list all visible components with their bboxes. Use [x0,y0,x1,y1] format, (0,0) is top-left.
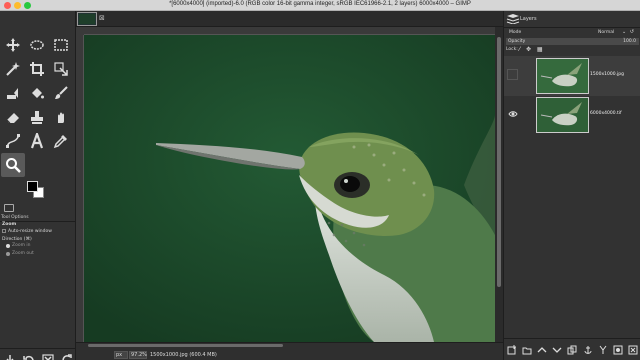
layers-toolbar [504,338,640,360]
layer-name[interactable]: 6000x4000.tif [590,111,622,116]
window-title: *[6000x4000] (imported)-6.0 (RGB color 1… [169,1,471,7]
tool-grid [1,33,75,177]
opacity-value: 100.0 [623,39,636,44]
save-options-icon[interactable] [4,354,16,360]
image-canvas[interactable] [84,35,495,342]
reset-options-icon[interactable] [61,354,73,360]
zoom-icon[interactable] [1,153,25,177]
zoom-in-radio[interactable] [6,244,10,248]
zoom-in-label: Zoom in [12,243,31,248]
layers-tab-icon[interactable] [506,13,520,24]
ruler-corner[interactable] [76,27,84,35]
paint-bucket-icon[interactable] [25,81,49,105]
tool-options-title: Zoom [2,222,17,227]
vertical-ruler[interactable] [76,35,84,342]
layers-tab-label: Layers [520,16,537,22]
horizontal-scroll-thumb[interactable] [88,344,283,347]
clone-icon[interactable] [25,105,49,129]
lock-alpha-icon[interactable]: ▦ [537,46,545,53]
paintbrush-icon[interactable] [49,81,73,105]
color-swatches[interactable] [27,181,47,201]
direction-label: Direction (⌘) [2,237,32,242]
crop-icon[interactable] [25,57,49,81]
layer-row[interactable]: 1500x1000.jpg [504,56,640,96]
fuzzy-select-icon[interactable] [1,57,25,81]
layer-thumbnail [536,97,589,133]
zoom-select[interactable]: 97.2% [129,351,147,359]
layers-dock: Layers Mode Normal ⌄ ↺ ⌄ Opacity 100.0 L… [503,11,640,360]
new-group-icon[interactable] [522,345,532,355]
delete-layer-icon[interactable] [628,345,638,355]
tool-options-tab-label: Tool Options [1,215,29,220]
restore-options-icon[interactable] [22,354,35,360]
title-bar: *[6000x4000] (imported)-6.0 (RGB color 1… [0,0,640,11]
ellipse-select-icon[interactable] [25,33,49,57]
opacity-label: Opacity [508,39,526,44]
text-icon[interactable] [25,129,49,153]
toolbox: Tool Options Zoom Auto-resize window Dir… [0,11,76,360]
auto-resize-label: Auto-resize window [8,229,52,234]
lower-layer-icon[interactable] [552,345,562,355]
layer-visibility-toggle[interactable] [507,69,518,80]
warp-icon[interactable] [1,81,25,105]
eye-icon[interactable] [508,109,518,119]
lock-icons[interactable]: ⁄ ✥ ▦ [519,46,545,53]
foreground-color[interactable] [27,181,38,192]
mode-label: Mode [509,30,522,35]
image-tabs: ⊠ [76,11,503,27]
lock-position-icon[interactable]: ✥ [526,46,533,53]
status-bar: px 97.2% 1500x1000.jpg (600.4 MB) [76,342,503,360]
hummingbird-image [84,35,495,342]
opacity-slider[interactable]: Opacity 100.0 [506,38,639,45]
anchor-layer-icon[interactable] [583,345,593,355]
lock-pixels-icon[interactable]: ⁄ [519,46,522,53]
divider [504,27,640,28]
mode-select[interactable]: Normal [598,30,614,35]
new-layer-icon[interactable] [507,344,517,355]
transform-icon[interactable] [49,57,73,81]
color-picker-icon[interactable] [49,129,73,153]
image-info: 1500x1000.jpg (600.4 MB) [150,352,217,358]
layer-thumbnail [536,58,589,94]
close-image-tab-icon[interactable]: ⊠ [99,15,105,22]
tool-options-tab-icon[interactable] [4,204,14,212]
zoom-out-label: Zoom out [12,251,34,256]
move-tool-icon[interactable] [1,33,25,57]
zoom-out-radio[interactable] [6,252,10,256]
vertical-scrollbar[interactable] [495,27,503,342]
eraser-icon[interactable] [1,105,25,129]
layer-row[interactable]: 6000x4000.tif [504,95,640,135]
auto-resize-checkbox[interactable] [2,229,6,233]
merge-layer-icon[interactable] [598,345,608,355]
horizontal-ruler[interactable] [84,27,495,35]
paths-icon[interactable] [1,129,25,153]
image-tab-thumbnail[interactable] [77,12,97,26]
rect-select-icon[interactable] [49,33,73,57]
vertical-scroll-thumb[interactable] [497,37,501,287]
raise-layer-icon[interactable] [537,345,547,355]
smudge-icon[interactable] [49,105,73,129]
lock-label: Lock: [506,47,518,52]
delete-options-icon[interactable] [41,354,54,360]
tool-options-toolbar [0,348,76,360]
duplicate-layer-icon[interactable] [567,345,577,355]
units-select[interactable]: px [114,351,128,359]
layer-name[interactable]: 1500x1000.jpg [590,72,624,77]
mask-layer-icon[interactable] [613,345,623,355]
